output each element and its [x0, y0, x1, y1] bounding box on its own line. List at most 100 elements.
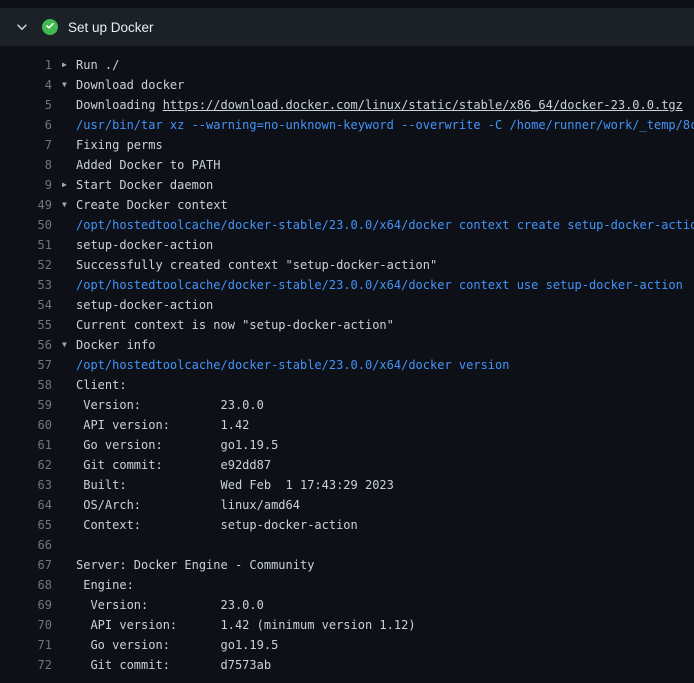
- command-text: /opt/hostedtoolcache/docker-stable/23.0.…: [76, 215, 694, 235]
- group-toggle-icon[interactable]: ▼: [62, 335, 76, 355]
- line-number[interactable]: 61: [0, 435, 52, 455]
- group-toggle-icon[interactable]: ▶: [62, 175, 76, 195]
- log-line: 59 Version: 23.0.0: [0, 395, 694, 415]
- log-line: 52 Successfully created context "setup-do…: [0, 255, 694, 275]
- arrow-spacer: [62, 375, 76, 395]
- arrow-spacer: [62, 615, 76, 635]
- log-line: 6/usr/bin/tar xz --warning=no-unknown-ke…: [0, 115, 694, 135]
- arrow-spacer: [62, 595, 76, 615]
- line-number[interactable]: 49: [0, 195, 52, 215]
- group-toggle-icon[interactable]: ▼: [62, 75, 76, 95]
- log-line: 60 API version: 1.42: [0, 415, 694, 435]
- log-text: API version: 1.42: [76, 415, 694, 435]
- log-text: Run ./: [76, 55, 694, 75]
- log-line: 64 OS/Arch: linux/amd64: [0, 495, 694, 515]
- check-circle-icon: [42, 19, 58, 35]
- log-lines: 1▶Run ./4▼Download docker5Downloading ht…: [0, 46, 694, 675]
- log-line: 7Fixing perms: [0, 135, 694, 155]
- line-number[interactable]: 51: [0, 235, 52, 255]
- log-line: 66: [0, 535, 694, 555]
- arrow-spacer: [62, 315, 76, 335]
- line-number[interactable]: 58: [0, 375, 52, 395]
- log-text: Successfully created context "setup-dock…: [76, 255, 694, 275]
- line-number[interactable]: 50: [0, 215, 52, 235]
- line-number[interactable]: 4: [0, 75, 52, 95]
- log-text: Git commit: d7573ab: [76, 655, 694, 675]
- log-line: 9▶Start Docker daemon: [0, 175, 694, 195]
- chevron-down-icon[interactable]: [14, 19, 30, 35]
- line-number[interactable]: 70: [0, 615, 52, 635]
- log-line: 61 Go version: go1.19.5: [0, 435, 694, 455]
- arrow-spacer: [62, 435, 76, 455]
- group-toggle-icon[interactable]: ▶: [62, 55, 76, 75]
- arrow-spacer: [62, 235, 76, 255]
- line-number[interactable]: 8: [0, 155, 52, 175]
- log-text: Git commit: e92dd87: [76, 455, 694, 475]
- line-number[interactable]: 66: [0, 535, 52, 555]
- line-number[interactable]: 63: [0, 475, 52, 495]
- arrow-spacer: [62, 155, 76, 175]
- log-line: 54setup-docker-action: [0, 295, 694, 315]
- line-number[interactable]: 59: [0, 395, 52, 415]
- log-line: 65 Context: setup-docker-action: [0, 515, 694, 535]
- arrow-spacer: [62, 555, 76, 575]
- log-text: Version: 23.0.0: [76, 395, 694, 415]
- log-text: Downloading https://download.docker.com/…: [76, 95, 694, 115]
- log-text: Added Docker to PATH: [76, 155, 694, 175]
- log-line: 72 Git commit: d7573ab: [0, 655, 694, 675]
- log-text: API version: 1.42 (minimum version 1.12): [76, 615, 694, 635]
- log-link[interactable]: https://download.docker.com/linux/static…: [163, 98, 683, 112]
- log-text: Create Docker context: [76, 195, 694, 215]
- line-number[interactable]: 55: [0, 315, 52, 335]
- log-text: Client:: [76, 375, 694, 395]
- log-line: 4 ▼Download docker: [0, 75, 694, 95]
- log-line: 63 Built: Wed Feb 1 17:43:29 2023: [0, 475, 694, 495]
- line-number[interactable]: 7: [0, 135, 52, 155]
- log-text: Context: setup-docker-action: [76, 515, 694, 535]
- line-number[interactable]: 67: [0, 555, 52, 575]
- log-line: 57/opt/hostedtoolcache/docker-stable/23.…: [0, 355, 694, 375]
- log-text: Download docker: [76, 75, 694, 95]
- arrow-spacer: [62, 415, 76, 435]
- line-number[interactable]: 71: [0, 635, 52, 655]
- line-number[interactable]: 65: [0, 515, 52, 535]
- arrow-spacer: [62, 655, 76, 675]
- step-title: Set up Docker: [68, 20, 154, 35]
- line-number[interactable]: 72: [0, 655, 52, 675]
- arrow-spacer: [62, 475, 76, 495]
- line-number[interactable]: 9: [0, 175, 52, 195]
- arrow-spacer: [62, 355, 76, 375]
- log-line: 51 setup-docker-action: [0, 235, 694, 255]
- line-number[interactable]: 69: [0, 595, 52, 615]
- log-line: 55Current context is now "setup-docker-a…: [0, 315, 694, 335]
- arrow-spacer: [62, 575, 76, 595]
- arrow-spacer: [62, 515, 76, 535]
- arrow-spacer: [62, 95, 76, 115]
- log-text: setup-docker-action: [76, 235, 694, 255]
- log-line: 5 Downloading https://download.docker.com…: [0, 95, 694, 115]
- command-text: /usr/bin/tar xz --warning=no-unknown-key…: [76, 115, 694, 135]
- line-number[interactable]: 1: [0, 55, 52, 75]
- line-number[interactable]: 64: [0, 495, 52, 515]
- arrow-spacer: [62, 115, 76, 135]
- arrow-spacer: [62, 255, 76, 275]
- line-number[interactable]: 60: [0, 415, 52, 435]
- line-number[interactable]: 54: [0, 295, 52, 315]
- arrow-spacer: [62, 395, 76, 415]
- log-text: Server: Docker Engine - Community: [76, 555, 694, 575]
- group-toggle-icon[interactable]: ▼: [62, 195, 76, 215]
- line-number[interactable]: 68: [0, 575, 52, 595]
- log-line: 69 Version: 23.0.0: [0, 595, 694, 615]
- line-number[interactable]: 62: [0, 455, 52, 475]
- line-number[interactable]: 53: [0, 275, 52, 295]
- log-line: 49 ▼Create Docker context: [0, 195, 694, 215]
- line-number[interactable]: 56: [0, 335, 52, 355]
- line-number[interactable]: 52: [0, 255, 52, 275]
- line-number[interactable]: 5: [0, 95, 52, 115]
- step-header[interactable]: Set up Docker: [0, 8, 694, 46]
- line-number[interactable]: 6: [0, 115, 52, 135]
- log-text: Go version: go1.19.5: [76, 435, 694, 455]
- line-number[interactable]: 57: [0, 355, 52, 375]
- log-line: 8 Added Docker to PATH: [0, 155, 694, 175]
- log-text: Version: 23.0.0: [76, 595, 694, 615]
